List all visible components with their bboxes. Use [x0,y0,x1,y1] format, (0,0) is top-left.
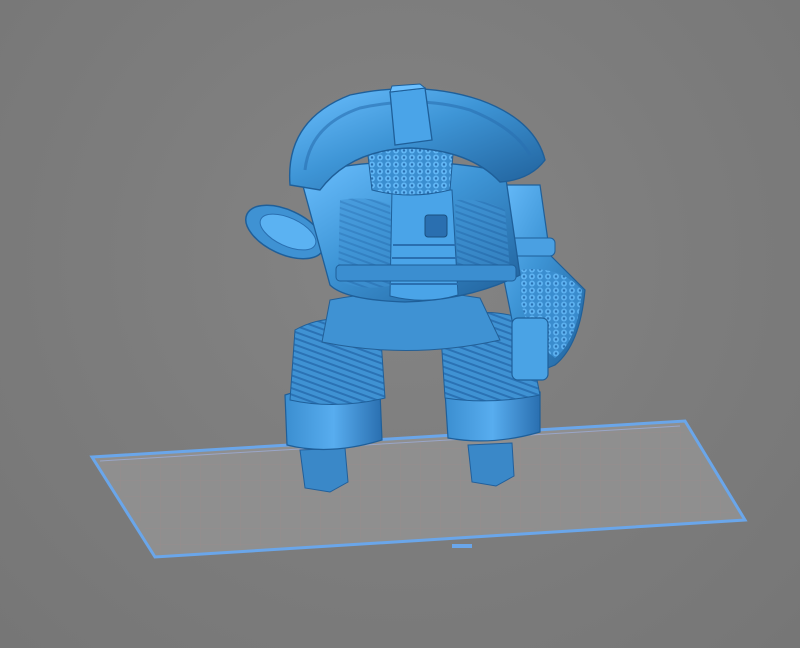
3d-model[interactable] [238,83,586,493]
belt-buckle [424,214,448,238]
belt [335,264,517,282]
3d-viewport[interactable] [0,0,800,648]
build-plate [89,419,748,559]
holster[interactable] [511,317,549,381]
right-foot[interactable] [467,442,515,487]
build-plate-grid [100,426,737,551]
build-plate-tab [452,544,472,548]
head-stub[interactable] [389,87,433,146]
left-foot[interactable] [299,447,349,493]
scene-canvas[interactable] [0,0,800,648]
